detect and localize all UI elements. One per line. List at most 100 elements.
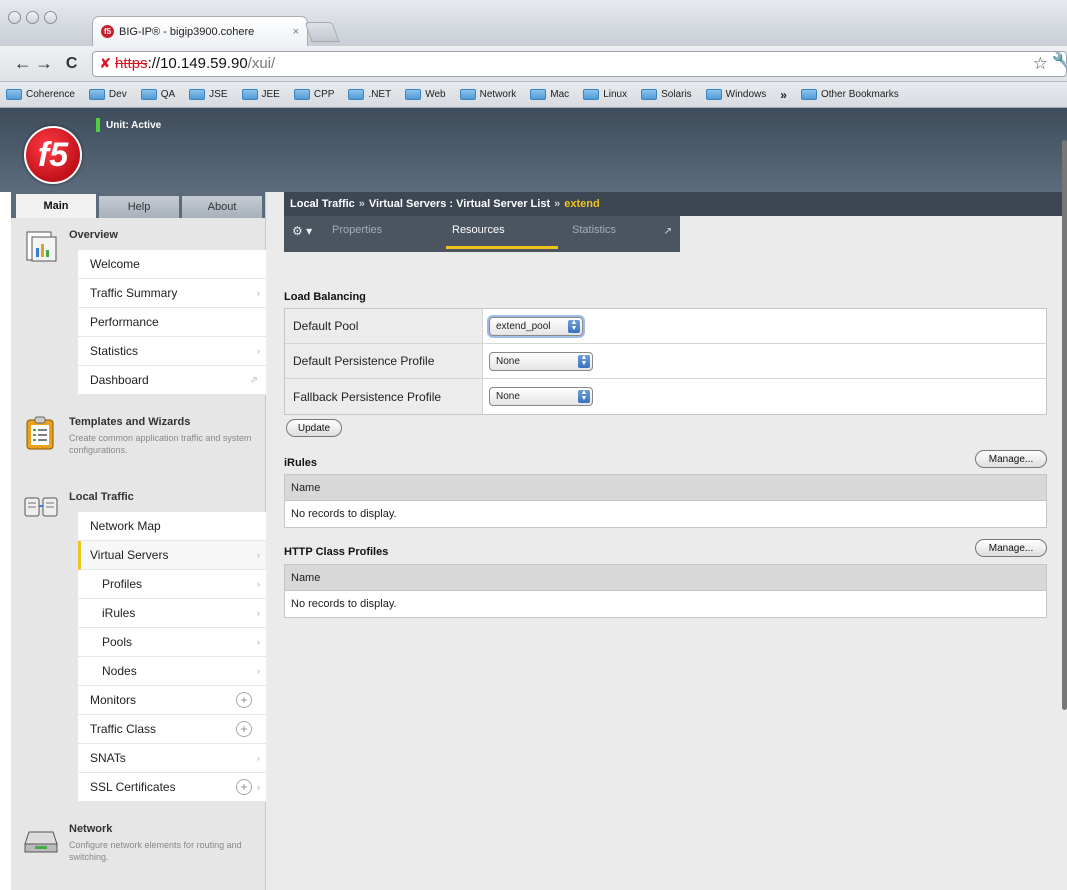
nav-virtual-servers[interactable]: Virtual Servers ›	[78, 541, 266, 570]
browser-tab[interactable]: f5 BIG-IP® - bigip3900.cohere ×	[92, 16, 308, 46]
tab-help[interactable]: Help	[99, 196, 179, 218]
nav-performance[interactable]: Performance	[78, 308, 266, 337]
nav-snats[interactable]: SNATs ›	[78, 744, 266, 773]
nav-monitors[interactable]: Monitors +	[78, 686, 266, 715]
minimize-window-button[interactable]	[26, 11, 39, 24]
nav-pools[interactable]: Pools ›	[78, 628, 266, 657]
tab-resources[interactable]: Resources	[440, 216, 560, 252]
http-class-column-name[interactable]: Name	[285, 565, 1046, 591]
load-balancing-table: Default Pool extend_pool ▲ ▼ Default Persi…	[284, 308, 1047, 415]
bookmark-label: .NET	[368, 89, 392, 100]
wrench-icon[interactable]: 🔧	[1052, 52, 1067, 73]
bookmark-linux[interactable]: Linux	[583, 89, 627, 100]
bookmark-label: JEE	[261, 89, 280, 100]
network-section[interactable]: Network Configure network elements for r…	[11, 808, 266, 888]
clipboard-icon	[23, 415, 59, 451]
select-value: None	[496, 355, 520, 367]
back-arrow-icon[interactable]: ←	[12, 53, 33, 74]
nav-item-label: Traffic Summary	[90, 286, 178, 300]
tab-close-icon[interactable]: ×	[293, 26, 299, 38]
bookmarks-bar: Coherence Dev QA JSE JEE CPP .NET Web Ne…	[0, 82, 1067, 108]
network-switch-icon	[23, 822, 59, 858]
forward-arrow-icon[interactable]: →	[33, 53, 54, 74]
irules-column-name[interactable]: Name	[285, 475, 1046, 501]
default-persistence-row: Default Persistence Profile None ▲ ▼	[285, 344, 1046, 379]
http-class-empty-message: No records to display.	[285, 591, 1046, 617]
bookmark-web[interactable]: Web	[405, 89, 446, 100]
gear-menu-icon[interactable]: ⚙ ▾	[284, 216, 320, 252]
folder-icon	[641, 89, 658, 100]
unit-status-label: Unit: Active	[106, 119, 162, 131]
irules-empty-message: No records to display.	[285, 501, 1046, 527]
templates-section[interactable]: Templates and Wizards Create common appl…	[11, 405, 266, 479]
bookmark-jse[interactable]: JSE	[189, 89, 228, 100]
breadcrumb-local-traffic[interactable]: Local Traffic	[290, 198, 355, 210]
breadcrumb-current: extend	[564, 198, 600, 210]
nav-nodes[interactable]: Nodes ›	[78, 657, 266, 686]
bookmark-label: Dev	[108, 89, 127, 100]
nav-traffic-class[interactable]: Traffic Class +	[78, 715, 266, 744]
f5-favicon-icon: f5	[101, 25, 114, 38]
chevron-right-icon: ›	[257, 608, 260, 618]
network-title: Network	[69, 823, 113, 835]
folder-icon	[583, 89, 600, 100]
new-tab-button[interactable]	[304, 22, 340, 42]
bookmarks-overflow-chevron[interactable]: »	[780, 88, 787, 102]
bookmark-solaris[interactable]: Solaris	[641, 89, 692, 100]
address-bar[interactable]: ✘ https://10.149.59.90/xui/ ☆ 🔧	[92, 50, 1067, 77]
add-icon[interactable]: +	[236, 692, 252, 708]
bookmark-coherence[interactable]: Coherence	[6, 89, 75, 100]
nav-irules[interactable]: iRules ›	[78, 599, 266, 628]
chevron-right-icon: ›	[257, 288, 260, 298]
nav-profiles[interactable]: Profiles ›	[78, 570, 266, 599]
nav-welcome[interactable]: Welcome	[78, 250, 266, 279]
nav-statistics[interactable]: Statistics ›	[78, 337, 266, 366]
left-navigation: Main Help About Overview Welcome Traffic…	[11, 192, 266, 890]
bookmark-network[interactable]: Network	[459, 89, 516, 100]
irules-heading: iRules	[284, 457, 318, 469]
bookmark-cpp[interactable]: CPP	[293, 89, 334, 100]
popout-icon: ⇗	[249, 374, 258, 386]
window-scrollbar[interactable]	[1062, 140, 1067, 710]
tab-about[interactable]: About	[182, 196, 262, 218]
fallback-persistence-select[interactable]: None ▲ ▼	[489, 387, 593, 406]
default-pool-select[interactable]: extend_pool ▲ ▼	[489, 316, 583, 336]
nav-network-map[interactable]: Network Map	[78, 512, 266, 541]
tab-statistics[interactable]: Statistics ↗	[560, 216, 680, 252]
update-button[interactable]: Update	[286, 419, 342, 437]
folder-icon	[6, 89, 22, 100]
default-persistence-select[interactable]: None ▲ ▼	[489, 351, 593, 371]
reload-icon[interactable]: C	[61, 55, 82, 73]
bookmark-dotnet[interactable]: .NET	[348, 89, 391, 100]
f5-header: f5 Unit: Active	[0, 108, 1067, 192]
bookmark-windows[interactable]: Windows	[705, 89, 766, 100]
folder-icon	[800, 89, 817, 100]
tab-main[interactable]: Main	[16, 194, 96, 218]
default-pool-row: Default Pool extend_pool ▲ ▼	[285, 309, 1046, 344]
bookmark-dev[interactable]: Dev	[88, 89, 127, 100]
bookmark-jee[interactable]: JEE	[241, 89, 280, 100]
close-window-button[interactable]	[8, 11, 21, 24]
nav-ssl-certificates[interactable]: SSL Certificates + ›	[78, 773, 266, 802]
http-class-manage-button[interactable]: Manage...	[975, 539, 1047, 557]
nav-traffic-summary[interactable]: Traffic Summary ›	[78, 279, 266, 308]
chevron-right-icon: ›	[257, 550, 260, 560]
chevron-right-icon: ›	[257, 666, 260, 676]
breadcrumb-virtual-server-list[interactable]: Virtual Servers : Virtual Server List	[369, 198, 550, 210]
add-icon[interactable]: +	[236, 721, 252, 737]
folder-icon	[293, 89, 310, 100]
overview-list: Welcome Traffic Summary › Performance Sta…	[78, 250, 266, 395]
tab-properties[interactable]: Properties	[320, 216, 440, 252]
zoom-window-button[interactable]	[44, 11, 57, 24]
nav-dashboard[interactable]: Dashboard ⇗	[78, 366, 266, 395]
nav-item-label: Performance	[90, 315, 159, 329]
bookmark-star-icon[interactable]: ☆	[1033, 54, 1048, 74]
select-spinner-icon: ▲ ▼	[578, 389, 590, 403]
f5-logo[interactable]: f5	[24, 126, 82, 184]
other-bookmarks[interactable]: Other Bookmarks	[800, 89, 899, 100]
bookmark-mac[interactable]: Mac	[530, 89, 569, 100]
irules-manage-button[interactable]: Manage...	[975, 450, 1047, 468]
folder-icon	[140, 89, 157, 100]
bookmark-qa[interactable]: QA	[140, 89, 175, 100]
add-icon[interactable]: +	[236, 779, 252, 795]
